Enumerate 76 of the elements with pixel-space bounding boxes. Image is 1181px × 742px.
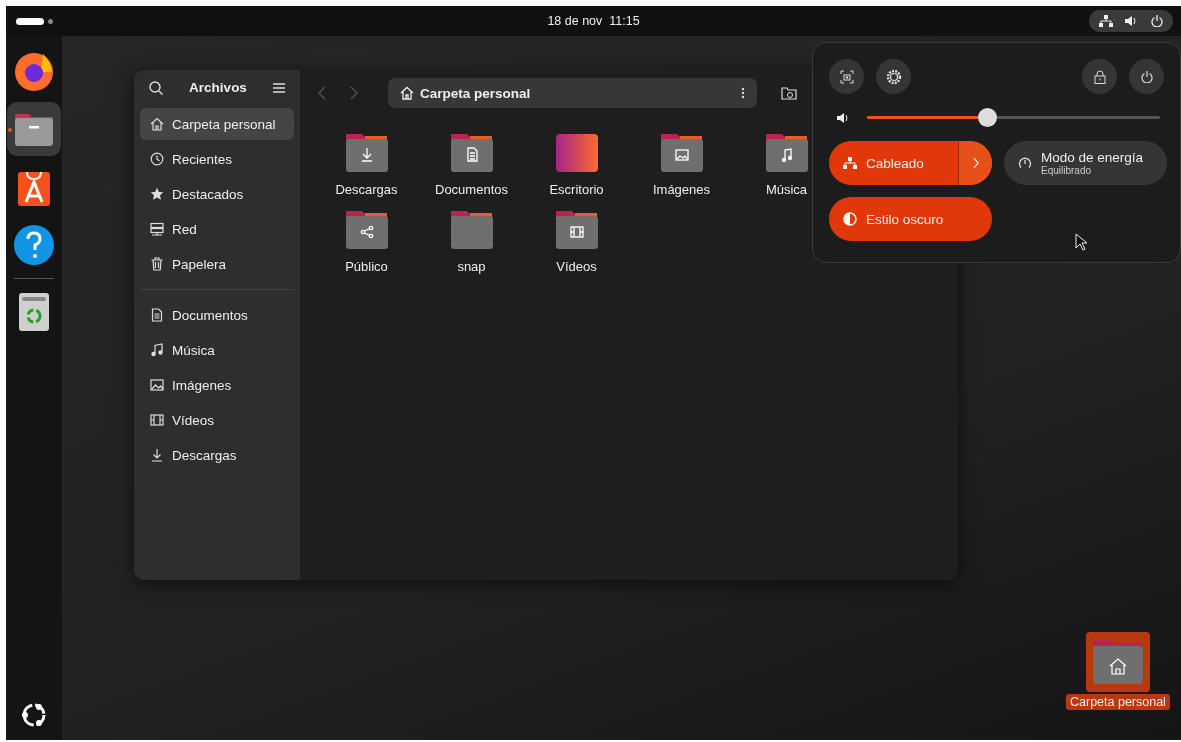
chevron-right-icon <box>972 157 979 169</box>
image-icon <box>150 378 164 392</box>
contrast-icon <box>843 212 857 226</box>
app-title: Archivos <box>189 80 247 95</box>
trash-icon <box>18 291 50 333</box>
firefox-icon <box>13 50 55 92</box>
toggle-subtitle: Equilibrado <box>1041 165 1093 176</box>
sidebar-item[interactable]: Recientes <box>140 143 294 175</box>
settings-icon <box>885 68 902 85</box>
star-icon <box>150 187 164 201</box>
sidebar-item[interactable]: Música <box>140 334 294 366</box>
desktop-folder-icon <box>554 132 599 174</box>
home-icon <box>400 86 414 100</box>
mouse-pointer-icon <box>1075 233 1087 251</box>
folder-item[interactable]: snap <box>419 209 524 274</box>
lock-button[interactable] <box>1082 59 1117 94</box>
video-icon <box>150 413 164 427</box>
folder-icon <box>554 209 599 251</box>
volume-slider[interactable] <box>867 108 1160 127</box>
folder-item[interactable]: Público <box>314 209 419 274</box>
power-icon <box>1140 70 1153 83</box>
toggle-label: Estilo oscuro <box>866 211 944 227</box>
folder-item[interactable]: Vídeos <box>524 209 629 274</box>
folder-icon <box>449 209 494 251</box>
sidebar-item[interactable]: Vídeos <box>140 404 294 436</box>
power-icon <box>1151 15 1163 27</box>
folder-icon <box>344 132 389 174</box>
search-icon[interactable] <box>149 80 163 95</box>
folder-item[interactable]: Escritorio <box>524 132 629 197</box>
folder-icon <box>449 132 494 174</box>
volume-icon <box>837 111 851 124</box>
sidebar-item[interactable]: Carpeta personal <box>140 108 294 140</box>
download-icon <box>150 448 164 462</box>
settings-button[interactable] <box>876 59 911 94</box>
folder-item[interactable]: Documentos <box>419 132 524 197</box>
document-icon <box>150 308 164 322</box>
dock-app[interactable] <box>7 102 61 156</box>
clock[interactable]: 18 de nov 11:15 <box>547 14 640 28</box>
search-folder-icon[interactable] <box>781 85 797 101</box>
help-icon <box>13 224 55 266</box>
toggle-label: Modo de energía <box>1041 150 1144 165</box>
quick-toggle[interactable]: Estilo oscuro <box>829 197 992 241</box>
sidebar-item[interactable]: Documentos <box>140 299 294 331</box>
recent-icon <box>150 152 164 166</box>
music-icon <box>150 343 164 357</box>
quick-toggle[interactable]: Modo de energía Equilibrado <box>1004 141 1167 185</box>
sidebar-item[interactable]: Destacados <box>140 178 294 210</box>
path-bar[interactable]: Carpeta personal <box>388 78 757 108</box>
sidebar-item[interactable]: Imágenes <box>140 369 294 401</box>
screenshot-icon <box>839 69 854 84</box>
sidebar-item[interactable]: Red <box>140 213 294 245</box>
sidebar-item[interactable]: Papelera <box>140 248 294 280</box>
network-icon <box>1099 15 1113 27</box>
more-options-icon[interactable] <box>741 87 745 99</box>
home-folder-icon <box>1090 638 1145 686</box>
folder-item[interactable]: Descargas <box>314 132 419 197</box>
folder-item[interactable]: Imágenes <box>629 132 734 197</box>
quick-toggle[interactable]: Cableado <box>829 141 992 185</box>
folder-icon <box>764 132 809 174</box>
power-button[interactable] <box>1129 59 1164 94</box>
folder-icon <box>344 209 389 251</box>
network-icon <box>150 222 164 236</box>
status-menu[interactable] <box>1089 10 1173 32</box>
trash-icon <box>150 257 164 271</box>
expand-button[interactable] <box>958 141 992 185</box>
sidebar-item[interactable]: Descargas <box>140 439 294 471</box>
volume-icon <box>1125 15 1139 27</box>
screenshot-button[interactable] <box>829 59 864 94</box>
lock-icon <box>1093 69 1106 84</box>
gauge-icon <box>1018 156 1032 170</box>
slider-thumb[interactable] <box>978 108 998 127</box>
folder-icon <box>659 132 704 174</box>
network-icon <box>843 156 857 170</box>
home-icon <box>150 117 164 131</box>
menu-icon[interactable] <box>273 82 285 93</box>
toggle-label: Cableado <box>866 155 924 171</box>
